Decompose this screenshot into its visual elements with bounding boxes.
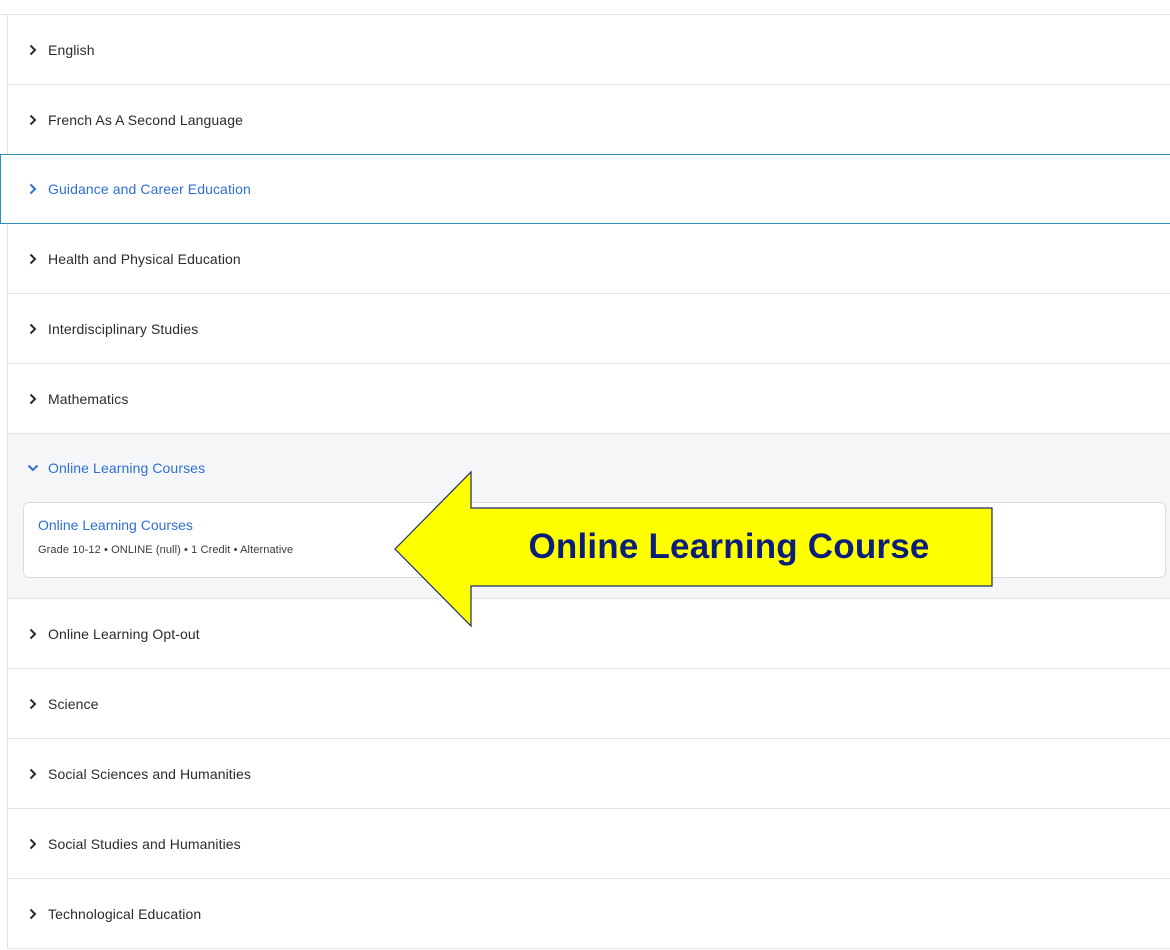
accordion-header[interactable]: Social Studies and Humanities xyxy=(8,809,1170,878)
accordion-label: Social Studies and Humanities xyxy=(48,835,241,852)
accordion-header[interactable]: Health and Physical Education xyxy=(8,224,1170,293)
course-details: Grade 10-12 • ONLINE (null) • 1 Credit •… xyxy=(38,544,294,556)
accordion-label: Health and Physical Education xyxy=(48,250,241,267)
accordion-header[interactable]: Science xyxy=(8,669,1170,738)
accordion-header[interactable]: Mathematics xyxy=(8,364,1170,433)
accordion-label: Mathematics xyxy=(48,390,129,407)
accordion-label: Online Learning Courses xyxy=(48,460,206,476)
course-selection-page: English French As A Second Language Guid… xyxy=(0,0,1170,950)
chevron-right-icon xyxy=(27,114,39,126)
accordion-item-social-sciences[interactable]: Social Sciences and Humanities xyxy=(8,739,1170,809)
accordion-header[interactable]: Social Sciences and Humanities xyxy=(8,739,1170,808)
accordion-item-english[interactable]: English xyxy=(8,15,1170,85)
chevron-down-icon xyxy=(27,462,39,474)
accordion-item-social-studies[interactable]: Social Studies and Humanities xyxy=(8,809,1170,879)
chevron-right-icon xyxy=(27,698,39,710)
accordion-item-mathematics[interactable]: Mathematics xyxy=(8,364,1170,434)
accordion-panel: Online Learning Courses Grade 10-12 • ON… xyxy=(8,502,1170,598)
top-divider xyxy=(0,0,1170,15)
accordion-header[interactable]: Guidance and Career Education xyxy=(8,155,1170,223)
accordion-header[interactable]: Technological Education xyxy=(8,879,1170,948)
accordion-label: Interdisciplinary Studies xyxy=(48,320,199,337)
course-title-link[interactable]: Online Learning Courses xyxy=(38,517,193,533)
chevron-right-icon xyxy=(27,183,39,195)
accordion-label: Science xyxy=(48,695,99,712)
accordion-label: Guidance and Career Education xyxy=(48,181,251,197)
accordion-item-guidance[interactable]: Guidance and Career Education xyxy=(0,154,1170,224)
accordion-label: Social Sciences and Humanities xyxy=(48,765,251,782)
accordion-header[interactable]: English xyxy=(8,15,1170,84)
chevron-right-icon xyxy=(27,323,39,335)
accordion-item-online-opt-out[interactable]: Online Learning Opt-out xyxy=(8,599,1170,669)
chevron-right-icon xyxy=(27,838,39,850)
subject-accordion: English French As A Second Language Guid… xyxy=(0,15,1170,949)
accordion-item-science[interactable]: Science xyxy=(8,669,1170,739)
chevron-right-icon xyxy=(27,253,39,265)
accordion-header[interactable]: French As A Second Language xyxy=(8,85,1170,154)
accordion-label: English xyxy=(48,41,95,58)
accordion-header[interactable]: Online Learning Courses xyxy=(8,434,1170,502)
accordion-item-technological[interactable]: Technological Education xyxy=(8,879,1170,949)
chevron-right-icon xyxy=(27,628,39,640)
chevron-right-icon xyxy=(27,768,39,780)
accordion-item-health[interactable]: Health and Physical Education xyxy=(8,224,1170,294)
course-card[interactable]: Online Learning Courses Grade 10-12 • ON… xyxy=(23,502,1166,578)
accordion-label: Online Learning Opt-out xyxy=(48,625,200,642)
accordion-item-online-learning-courses[interactable]: Online Learning Courses Online Learning … xyxy=(8,434,1170,599)
accordion-label: French As A Second Language xyxy=(48,111,243,128)
chevron-right-icon xyxy=(27,908,39,920)
accordion-header[interactable]: Online Learning Opt-out xyxy=(8,599,1170,668)
chevron-right-icon xyxy=(27,393,39,405)
accordion-item-interdisciplinary[interactable]: Interdisciplinary Studies xyxy=(8,294,1170,364)
accordion-header[interactable]: Interdisciplinary Studies xyxy=(8,294,1170,363)
chevron-right-icon xyxy=(27,44,39,56)
accordion-item-french[interactable]: French As A Second Language xyxy=(8,85,1170,155)
accordion-label: Technological Education xyxy=(48,905,202,922)
